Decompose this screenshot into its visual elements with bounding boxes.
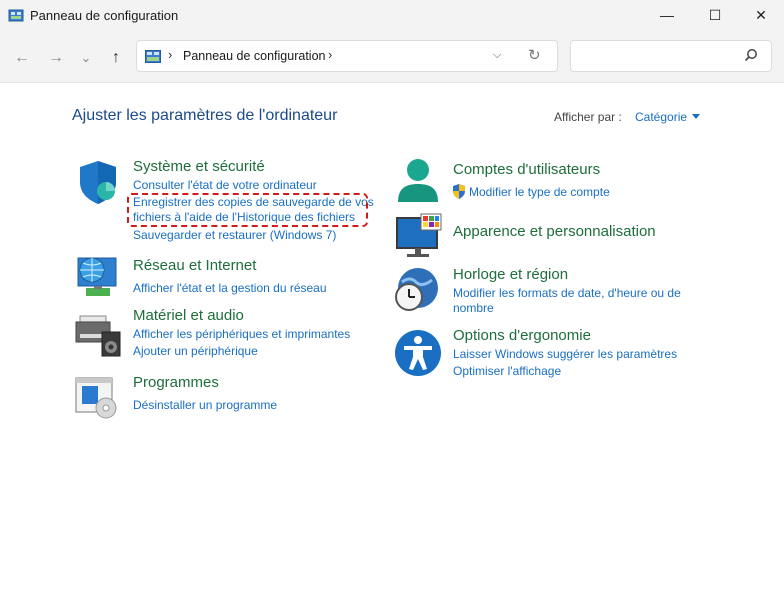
accessibility-icon — [395, 330, 441, 376]
user-accounts-icon — [398, 159, 438, 202]
shield-icon — [80, 161, 116, 204]
link-check-computer-status[interactable]: Consulter l'état de votre ordinateur — [133, 178, 317, 193]
category-ease-of-access[interactable]: Options d'ergonomie — [453, 327, 591, 344]
breadcrumb-separator: › — [168, 47, 173, 62]
link-date-time-formats-line1[interactable]: Modifier les formats de date, d'heure ou… — [453, 286, 681, 301]
category-programs[interactable]: Programmes — [133, 374, 219, 391]
up-arrow-icon: ↑ — [112, 49, 120, 66]
highlight-box — [127, 193, 368, 227]
network-globe-icon — [77, 257, 117, 296]
link-uninstall-program[interactable]: Désinstaller un programme — [133, 398, 277, 413]
appearance-monitor-icon — [396, 213, 442, 257]
link-add-device[interactable]: Ajouter un périphérique — [133, 344, 258, 359]
search-icon — [744, 49, 757, 62]
close-icon: ✕ — [755, 6, 767, 23]
chevron-down-icon: ⌄ — [80, 50, 92, 65]
page-title: Ajuster les paramètres de l'ordinateur — [72, 107, 338, 124]
search-input[interactable] — [570, 40, 772, 72]
caret-down-icon[interactable] — [692, 114, 700, 119]
forward-arrow-icon: → — [48, 49, 64, 66]
refresh-icon: ↻ — [528, 47, 541, 64]
up-button[interactable]: ↑ — [104, 46, 128, 70]
category-hardware-sound[interactable]: Matériel et audio — [133, 307, 244, 324]
window-title: Panneau de configuration — [30, 8, 179, 23]
category-system-security[interactable]: Système et sécurité — [133, 158, 265, 175]
recent-locations-button[interactable]: ⌄ — [74, 46, 98, 70]
view-by-label: Afficher par : — [554, 110, 622, 124]
control-panel-icon — [145, 50, 161, 63]
link-change-account-type[interactable]: Modifier le type de compte — [469, 185, 610, 200]
breadcrumb-separator[interactable]: › — [328, 47, 332, 62]
chevron-down-icon: ⌵ — [493, 49, 502, 61]
uac-shield-icon — [453, 184, 465, 199]
forward-button[interactable]: → — [44, 46, 68, 70]
category-user-accounts[interactable]: Comptes d'utilisateurs — [453, 161, 600, 178]
maximize-button[interactable]: ☐ — [692, 0, 738, 30]
link-network-status[interactable]: Afficher l'état et la gestion du réseau — [133, 281, 327, 296]
close-button[interactable]: ✕ — [738, 0, 784, 30]
refresh-button[interactable]: ↻ — [528, 46, 541, 64]
link-optimize-display[interactable]: Optimiser l'affichage — [453, 364, 561, 379]
link-date-time-formats-line2[interactable]: nombre — [453, 301, 494, 316]
maximize-icon: ☐ — [708, 6, 722, 23]
breadcrumb-control-panel[interactable]: Panneau de configuration — [183, 49, 325, 63]
link-devices-printers[interactable]: Afficher les périphériques et imprimante… — [133, 327, 350, 342]
clock-globe-icon — [395, 268, 438, 311]
minimize-icon: — — [660, 7, 674, 23]
minimize-button[interactable]: — — [644, 0, 690, 30]
address-dropdown-button[interactable]: ⌵ — [493, 49, 501, 62]
category-clock-region[interactable]: Horloge et région — [453, 266, 568, 283]
printer-speaker-icon — [75, 315, 121, 357]
link-windows-suggest-settings[interactable]: Laisser Windows suggérer les paramètres — [453, 347, 677, 362]
programs-icon — [75, 377, 117, 419]
category-network-internet[interactable]: Réseau et Internet — [133, 257, 256, 274]
back-arrow-icon: ← — [14, 49, 30, 66]
link-backup-restore[interactable]: Sauvegarder et restaurer (Windows 7) — [133, 228, 336, 243]
back-button[interactable]: ← — [10, 46, 34, 70]
control-panel-icon — [8, 9, 24, 22]
category-appearance-personalization[interactable]: Apparence et personnalisation — [453, 223, 656, 240]
view-by-dropdown[interactable]: Catégorie — [635, 110, 687, 124]
